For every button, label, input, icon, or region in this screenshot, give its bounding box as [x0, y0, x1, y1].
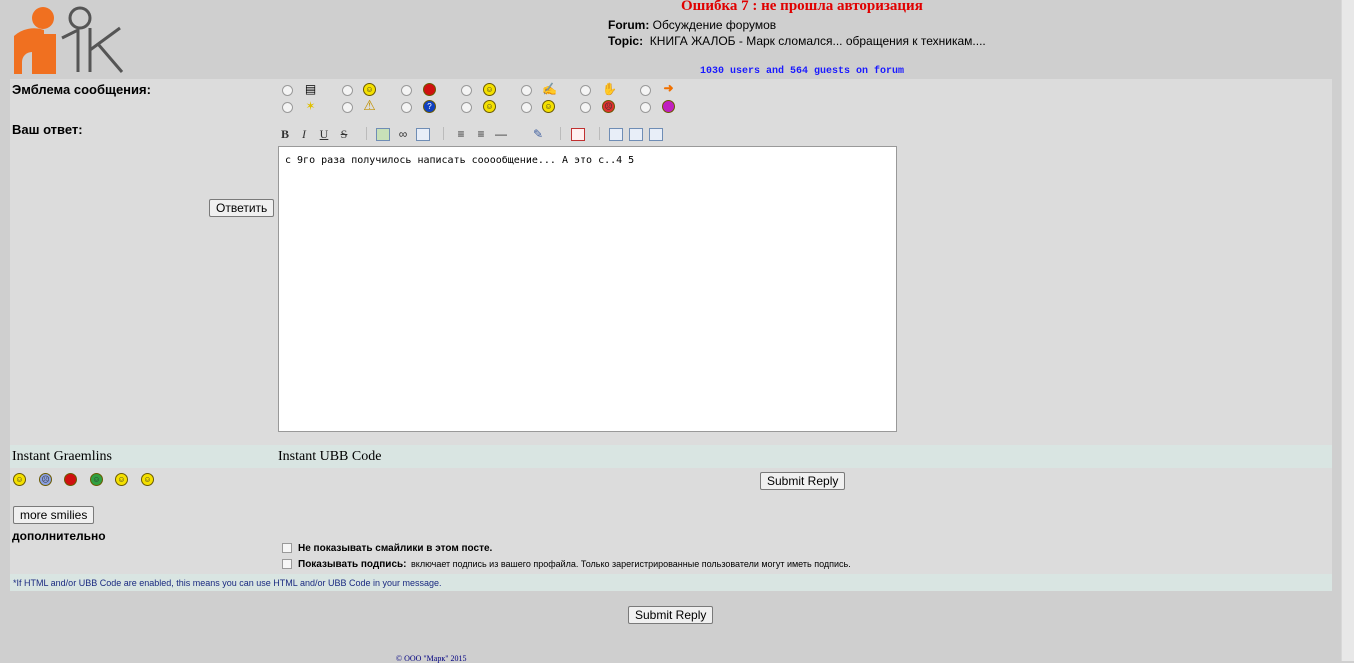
wink-icon[interactable]: ☺ — [115, 473, 128, 486]
topic-line: Topic: КНИГА ЖАЛОБ - Марк сломался... об… — [608, 34, 986, 48]
emblem-radio-7[interactable] — [640, 85, 651, 96]
angry-icon — [423, 83, 436, 96]
frown-icon: ☹ — [602, 100, 615, 113]
emblem-radio-12[interactable] — [521, 102, 532, 113]
no-smilies-label: Не показывать смайлики в этом посте. — [298, 543, 493, 554]
laugh-icon[interactable]: ☺ — [141, 473, 154, 486]
smile-icon-2: ☺ — [542, 100, 555, 113]
hand-note-icon: ✍ — [542, 82, 557, 96]
link-icon[interactable]: ∞ — [396, 127, 410, 141]
toolbar-divider — [560, 127, 561, 140]
bullet-list-icon[interactable]: ≡ — [454, 127, 468, 141]
smile-icon: ☺ — [483, 83, 496, 96]
show-signature-desc: включает подпись из вашего профайла. Тол… — [411, 559, 851, 569]
show-signature-label: Показывать подпись: — [298, 559, 407, 570]
layout-single-icon[interactable] — [609, 128, 623, 141]
emblem-radio-14[interactable] — [640, 102, 651, 113]
thumbsup-icon: ✋ — [602, 82, 617, 96]
arrow-right-icon: ➜ — [663, 81, 674, 95]
emblem-radio-3[interactable] — [401, 85, 412, 96]
instant-graemlins-label: Instant Graemlins — [12, 449, 112, 464]
instant-ubb-label: Instant UBB Code — [278, 449, 382, 464]
email-icon[interactable] — [416, 128, 430, 141]
forum-line: Forum: Обсуждение форумов — [608, 18, 776, 32]
reply-label: Ваш ответ: — [12, 122, 83, 137]
online-count: 1030 users and 564 guests on forum — [700, 66, 905, 77]
strike-button[interactable]: S — [339, 127, 349, 141]
grin-icon: ☺ — [363, 83, 376, 96]
italic-button[interactable]: I — [299, 127, 309, 141]
question-icon: ? — [423, 100, 436, 113]
error-title: Ошибка 7 : не прошла авторизация — [681, 0, 923, 14]
toolbar-divider — [443, 127, 444, 140]
emblem-radio-5[interactable] — [521, 85, 532, 96]
warning-icon: ⚠ — [363, 97, 376, 113]
emblem-radio-6[interactable] — [580, 85, 591, 96]
more-smilies-button[interactable]: more smilies — [13, 506, 95, 524]
additional-label: дополнительно — [12, 529, 106, 543]
purple-icon — [662, 100, 675, 113]
submit-reply-button-top[interactable]: Submit Reply — [760, 472, 846, 490]
smile-icon[interactable]: ☺ — [13, 473, 26, 486]
site-logo — [14, 6, 124, 74]
toolbar-divider — [366, 127, 367, 140]
sad-icon[interactable]: ☹ — [39, 473, 52, 486]
emblem-radio-11[interactable] — [461, 102, 472, 113]
show-signature-checkbox[interactable] — [282, 559, 292, 569]
emblem-radio-9[interactable] — [342, 102, 353, 113]
numbered-list-icon[interactable]: ≡ — [474, 127, 488, 141]
copyright: © ООО "Марк" 2015 — [396, 654, 467, 663]
toolbar-divider — [599, 127, 600, 140]
no-smilies-checkbox[interactable] — [282, 543, 292, 553]
quote-icon[interactable]: ✎ — [530, 127, 546, 141]
forum-label: Forum: — [608, 18, 650, 32]
emblem-radio-1[interactable] — [282, 85, 293, 96]
calendar-icon[interactable] — [571, 128, 585, 141]
emblem-radio-13[interactable] — [580, 102, 591, 113]
phone-icon: ▤ — [304, 82, 317, 96]
layout-split-icon[interactable] — [629, 128, 643, 141]
grin-icon[interactable]: ☺ — [90, 473, 103, 486]
vertical-scrollbar[interactable] — [1341, 0, 1354, 661]
emblem-radio-10[interactable] — [401, 102, 412, 113]
submit-reply-button[interactable]: Submit Reply — [628, 606, 714, 624]
graemlins-header-bar — [10, 445, 1332, 468]
cool-icon: ☺ — [483, 100, 496, 113]
emblem-label: Эмблема сообщения: — [12, 82, 151, 97]
topic-label: Topic: — [608, 34, 644, 48]
topic-name[interactable]: КНИГА ЖАЛОБ - Марк сломался... обращения… — [650, 34, 986, 48]
emblem-radio-8[interactable] — [282, 102, 293, 113]
emblem-radio-4[interactable] — [461, 85, 472, 96]
image-icon[interactable] — [376, 128, 390, 141]
horizontal-rule-icon[interactable]: — — [494, 127, 508, 141]
layout-wide-icon[interactable] — [649, 128, 663, 141]
emblem-radio-2[interactable] — [342, 85, 353, 96]
message-textarea[interactable]: с 9го раза получилось написать сооообщен… — [278, 146, 897, 432]
bold-button[interactable]: B — [280, 127, 290, 141]
mad-icon[interactable] — [64, 473, 77, 486]
html-ubb-note: *If HTML and/or UBB Code are enabled, th… — [13, 578, 442, 588]
underline-button[interactable]: U — [319, 127, 329, 141]
forum-name[interactable]: Обсуждение форумов — [653, 18, 777, 32]
reply-button[interactable]: Ответить — [209, 199, 275, 217]
lightbulb-icon: ✶ — [305, 99, 316, 113]
